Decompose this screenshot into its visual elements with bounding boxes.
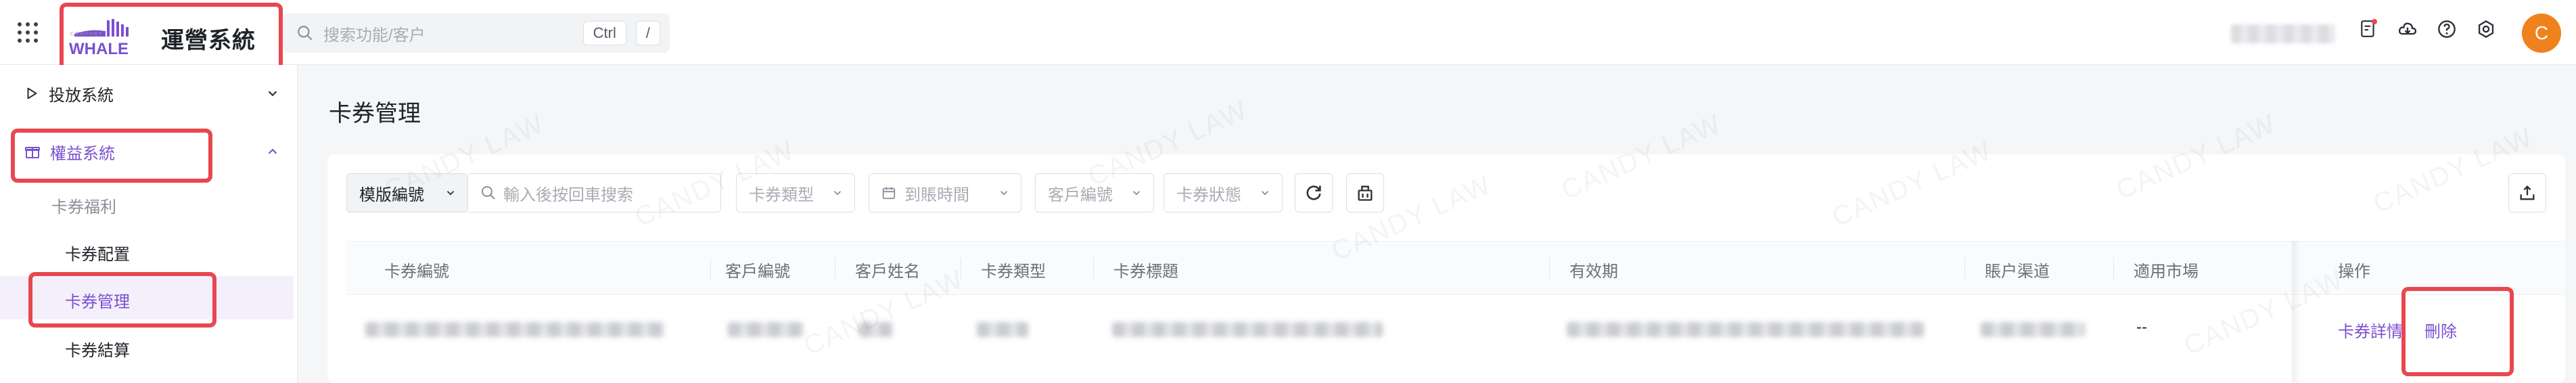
table-header: 卡券編號 客戶編號 客戶姓名 卡券類型 卡券標題 有效期 賬户渠道 適用市場 操… <box>346 241 2565 295</box>
column-header: 賬户渠道 <box>1985 263 2050 281</box>
column-header: 有效期 <box>1569 263 1618 281</box>
arrival-time-picker[interactable]: 到賬時間 <box>869 173 1021 212</box>
avatar[interactable]: C <box>2522 14 2561 53</box>
sidebar: 投放系統 權益系統 卡券福利 卡券配置 卡券管理 卡券結算 <box>0 65 298 383</box>
customer-id-redacted <box>728 322 804 337</box>
card-id-redacted <box>365 322 664 337</box>
sidebar-group-label: 卡券福利 <box>51 198 116 217</box>
card-type-select[interactable]: 卡券類型 <box>736 173 855 212</box>
help-icon[interactable] <box>2437 19 2457 39</box>
sidebar-item-label: 權益系統 <box>50 144 115 163</box>
top-icons <box>2358 19 2496 39</box>
export-button[interactable] <box>2508 173 2546 212</box>
settings-gear-icon[interactable] <box>2476 19 2496 39</box>
svg-text:WHALE: WHALE <box>69 40 129 58</box>
validity-redacted <box>1567 322 1924 337</box>
notification-icon[interactable] <box>2358 19 2378 39</box>
channel-redacted <box>1981 322 2085 337</box>
card-status-placeholder: 卡券狀態 <box>1176 185 1241 204</box>
column-header: 客戶編號 <box>725 263 790 281</box>
chevron-down-icon <box>1132 191 1141 196</box>
brand[interactable]: C O M P A N Y WHALE 運營系統 <box>60 4 280 72</box>
global-search[interactable]: 搜索功能/客户 Ctrl / <box>283 14 670 53</box>
page-title: 卡券管理 <box>329 101 421 127</box>
mode-select-value: 模版編號 <box>359 185 424 204</box>
search-icon <box>482 186 495 200</box>
refresh-icon <box>1306 185 1321 200</box>
content-card: 模版編號 輸入後按回車搜索 卡券類型 到賬時間 客戶編號 卡券狀態 卡券編號 客… <box>327 154 2565 383</box>
refresh-button[interactable] <box>1295 173 1333 212</box>
keyword-search-input[interactable]: 輸入後按回車搜索 <box>468 173 721 212</box>
column-header: 客戶姓名 <box>855 263 920 281</box>
card-status-select[interactable]: 卡券狀態 <box>1164 173 1283 212</box>
chevron-down-icon <box>833 191 842 196</box>
play-icon <box>27 87 37 99</box>
chevron-down-icon <box>1261 191 1269 196</box>
fixed-column-shadow <box>2292 241 2301 383</box>
search-icon <box>298 26 313 41</box>
column-header: 卡券類型 <box>981 263 1046 281</box>
whale-logo: C O M P A N Y WHALE <box>69 19 129 58</box>
customer-name-redacted <box>859 322 893 337</box>
app-root: C O M P A N Y WHALE 運營系統 搜索功能/客户 Ctrl / … <box>0 0 2576 383</box>
sidebar-active-background <box>0 276 294 319</box>
download-icon[interactable] <box>2397 19 2418 39</box>
clear-icon <box>1358 185 1373 201</box>
card-detail-link[interactable]: 卡券詳情 <box>2338 318 2403 342</box>
sidebar-item-card-config[interactable]: 卡券配置 <box>65 241 130 265</box>
keyword-search-placeholder: 輸入後按回車搜索 <box>503 185 633 204</box>
sidebar-item-label: 投放系統 <box>49 86 114 105</box>
chevron-down-icon <box>446 191 455 196</box>
gift-icon <box>25 147 40 158</box>
shortcut-slash: / <box>635 21 660 45</box>
card-type-placeholder: 卡券類型 <box>749 185 814 204</box>
delete-link[interactable]: 刪除 <box>2424 318 2457 342</box>
card-type-redacted <box>977 322 1028 337</box>
app-grid-icon[interactable] <box>18 22 38 43</box>
mode-select[interactable]: 模版編號 <box>346 173 468 212</box>
shortcut-ctrl: Ctrl <box>582 21 626 45</box>
chevron-down-icon <box>268 91 277 97</box>
clear-filters-button[interactable] <box>1346 173 1384 212</box>
sidebar-item-card-settlement[interactable]: 卡券結算 <box>65 337 130 361</box>
column-header: 適用市場 <box>2134 263 2199 281</box>
customer-id-select[interactable]: 客戶編號 <box>1035 173 1154 212</box>
card-title-redacted <box>1112 322 1383 337</box>
sidebar-item-delivery[interactable]: 投放系統 <box>0 78 298 108</box>
column-header: 卡券編號 <box>384 263 449 281</box>
customer-id-placeholder: 客戶編號 <box>1048 185 1113 204</box>
sidebar-item-rights[interactable]: 權益系統 <box>0 135 298 168</box>
search-placeholder: 搜索功能/客户 <box>323 26 426 45</box>
export-icon <box>2520 185 2535 200</box>
chevron-up-icon <box>268 148 277 154</box>
market-cell: -- <box>2136 318 2147 336</box>
chevron-down-icon <box>1000 191 1008 196</box>
column-header: 操作 <box>2338 263 2370 281</box>
sidebar-item-card-management[interactable]: 卡券管理 <box>65 288 130 312</box>
column-header: 卡券標題 <box>1113 263 1178 281</box>
arrival-time-placeholder: 到賬時間 <box>904 185 969 204</box>
svg-text:C O M P A N Y: C O M P A N Y <box>70 32 101 37</box>
app-name: 運營系統 <box>161 27 256 53</box>
calendar-icon <box>882 187 896 200</box>
user-name-redacted <box>2231 24 2335 43</box>
